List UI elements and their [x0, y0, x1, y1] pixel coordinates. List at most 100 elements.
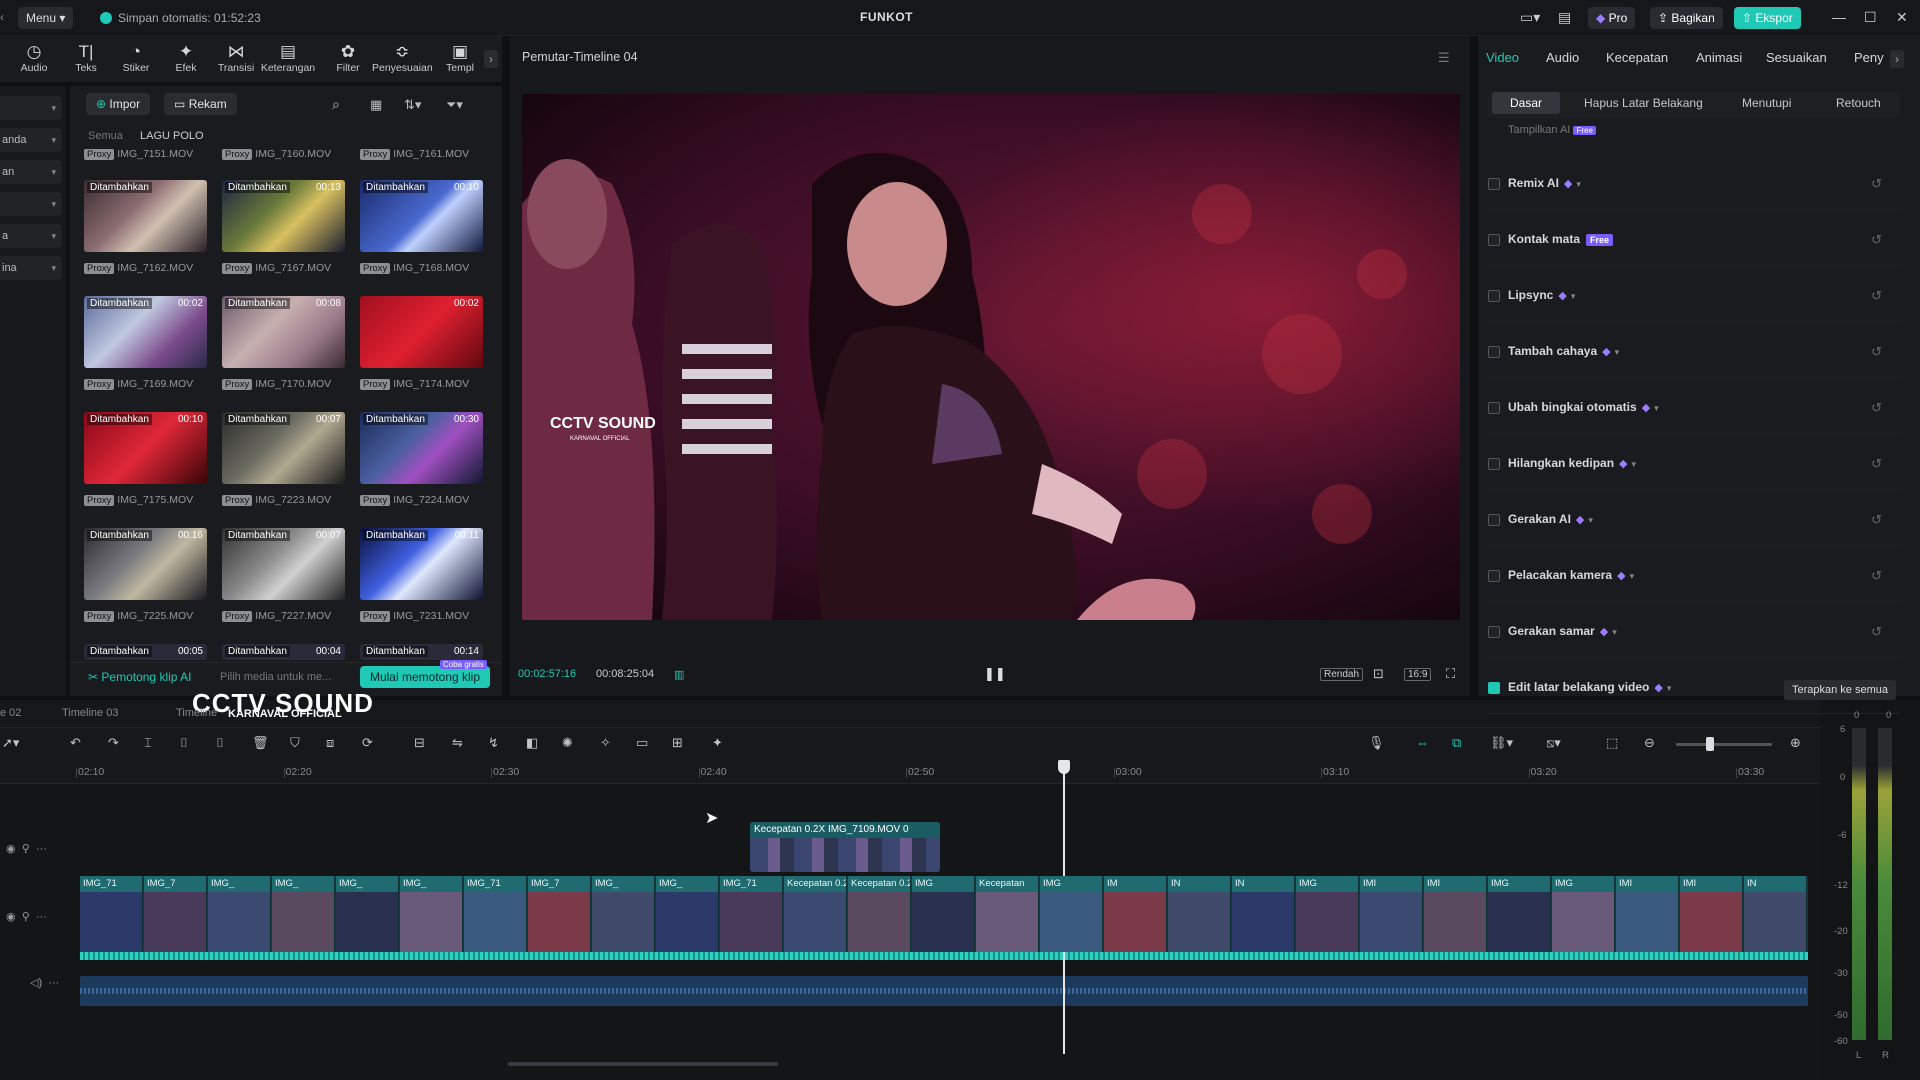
zoom-out-icon[interactable]: ⊖ — [1644, 735, 1655, 751]
media-thumbnail[interactable]: Ditambahkan 00:04 — [222, 644, 345, 660]
snap-icon[interactable]: ⧅▾ — [1546, 735, 1561, 751]
split-icon[interactable]: ⌶ — [144, 735, 152, 751]
waveform-icon[interactable]: ▥ — [674, 668, 684, 681]
subtab-hapus-latar-belakang[interactable]: Hapus Latar Belakang — [1584, 96, 1703, 110]
media-thumbnail[interactable]: Ditambahkan 00:05 — [84, 644, 207, 660]
video-viewer[interactable]: CCTV SOUND KARNAVAL OFFICIAL — [522, 94, 1460, 620]
timeline-clip[interactable]: IMG_71 — [720, 876, 783, 952]
prop-checkbox[interactable] — [1488, 458, 1500, 470]
reset-icon[interactable]: ↺ — [1871, 512, 1882, 528]
close-icon[interactable]: ✕ — [1896, 9, 1908, 26]
timeline-clip[interactable]: IMI — [1424, 876, 1487, 952]
timeline-clip[interactable]: IMG — [1040, 876, 1103, 952]
sidebar-category[interactable]: an ▾ — [0, 160, 62, 184]
zoom-slider-handle[interactable] — [1706, 737, 1714, 751]
sidebar-category[interactable]: a ▾ — [0, 224, 62, 248]
media-thumbnail[interactable]: Ditambahkan 00:16 — [84, 528, 207, 600]
timeline-tab[interactable]: Timeline 03 — [62, 707, 118, 719]
media-thumbnail[interactable]: Ditambahkan 00:08 — [222, 296, 345, 368]
media-thumbnail[interactable]: Ditambahkan 00:07 — [222, 528, 345, 600]
tool-templ[interactable]: ▣ Templ — [430, 42, 490, 74]
zoom-slider-track[interactable] — [1676, 743, 1772, 746]
tab-peny[interactable]: Peny — [1854, 50, 1884, 65]
player-menu-icon[interactable]: ☰ — [1438, 50, 1450, 66]
eye-icon[interactable]: ◉ — [6, 911, 16, 923]
prop-checkbox[interactable] — [1488, 290, 1500, 302]
screen-icon[interactable]: ▤ — [1558, 9, 1571, 26]
chevron-down-icon[interactable]: ▾ — [1612, 627, 1617, 637]
media-thumbnail[interactable]: Ditambahkan — [84, 180, 207, 252]
tab-video[interactable]: Video — [1486, 50, 1519, 65]
tool-penyesuaian[interactable]: ≎ Penyesuaian — [372, 42, 433, 74]
chevron-down-icon[interactable]: ▾ — [1667, 683, 1672, 693]
reset-icon[interactable]: ↺ — [1871, 400, 1882, 416]
media-thumbnail[interactable]: Ditambahkan 00:07 — [222, 412, 345, 484]
reset-icon[interactable]: ↺ — [1871, 288, 1882, 304]
subtitle-icon[interactable]: ▭ — [636, 735, 648, 751]
media-thumbnail[interactable]: Ditambahkan 00:02 — [84, 296, 207, 368]
overlay-clip[interactable]: Kecepatan 0.2X IMG_7109.MOV 0 — [750, 822, 940, 872]
track-more-icon[interactable]: ··· — [48, 977, 59, 989]
chevron-down-icon[interactable]: ▾ — [1571, 291, 1576, 301]
timeline-clip[interactable]: IMG_71 — [80, 876, 143, 952]
link-icon[interactable]: ⇔ — [1416, 735, 1429, 750]
record-button[interactable]: ▭ Rekam — [164, 93, 237, 115]
tool-audio[interactable]: ◷ Audio — [4, 42, 64, 74]
timeline-clip[interactable]: IMG_7 — [528, 876, 591, 952]
main-track-controls[interactable]: ◉ ⚲ ··· — [6, 910, 47, 923]
timeline-clip[interactable]: IN — [1744, 876, 1807, 952]
timeline-clip[interactable]: IMG_ — [656, 876, 719, 952]
sidebar-category[interactable]: ▾ — [0, 96, 62, 120]
minimize-icon[interactable]: — — [1832, 9, 1846, 25]
search-icon[interactable]: ⌕ — [332, 96, 340, 113]
timeline-clip[interactable]: IMG_7 — [144, 876, 207, 952]
grid-view-icon[interactable]: ▦ — [370, 97, 382, 113]
speed-icon[interactable]: ↯ — [488, 735, 499, 751]
mute-icon[interactable]: ◁) — [30, 977, 42, 989]
ai-cutter-label[interactable]: ✂ Pemotong klip AI — [88, 670, 191, 684]
chevron-down-icon[interactable]: ▾ — [1576, 179, 1581, 189]
timeline-clip[interactable]: IM — [1104, 876, 1167, 952]
breadcrumb-folder[interactable]: LAGU POLO — [140, 130, 204, 142]
chevron-down-icon[interactable]: ▾ — [1630, 571, 1635, 581]
reset-icon[interactable]: ↺ — [1871, 176, 1882, 192]
timeline-clip[interactable]: IMG_ — [592, 876, 655, 952]
menu-button[interactable]: Menu ▾ — [18, 7, 74, 29]
tab-kecepatan[interactable]: Kecepatan — [1606, 50, 1668, 65]
aspect-ratio-selector[interactable]: 16:9 — [1404, 668, 1432, 681]
import-button[interactable]: ⊕ Impor — [86, 93, 151, 115]
tool-keterangan[interactable]: ▤ Keterangan — [258, 42, 318, 74]
timeline-clip[interactable]: IMG_ — [336, 876, 399, 952]
timeline-clip[interactable]: IMG_71 — [464, 876, 527, 952]
export-button[interactable]: ⇧ Ekspor — [1734, 7, 1801, 29]
sidebar-category[interactable]: ina ▾ — [0, 256, 62, 280]
reset-icon[interactable]: ↺ — [1871, 568, 1882, 584]
tab-sesuaikan[interactable]: Sesuaikan — [1766, 50, 1827, 65]
prop-checkbox[interactable] — [1488, 234, 1500, 246]
prop-checkbox[interactable] — [1488, 346, 1500, 358]
fullscreen-icon[interactable]: ⛶ — [1446, 666, 1455, 682]
timeline-clip[interactable]: IMI — [1616, 876, 1679, 952]
filter-funnel-icon[interactable]: ⏷▾ — [446, 97, 463, 113]
timeline-clip[interactable]: IMG — [1488, 876, 1551, 952]
prop-checkbox[interactable] — [1488, 514, 1500, 526]
rotate-icon[interactable]: ⟳ — [362, 735, 373, 751]
timeline-clip[interactable]: IN — [1232, 876, 1295, 952]
subtab-retouch[interactable]: Retouch — [1836, 96, 1881, 110]
chevron-down-icon[interactable]: ▾ — [1615, 347, 1620, 357]
share-button[interactable]: ⇪ Bagikan — [1650, 7, 1723, 29]
breadcrumb-all[interactable]: Semua — [88, 130, 123, 142]
mirror-icon[interactable]: ◧ — [526, 735, 538, 751]
props-tabs-more-chevron-icon[interactable]: › — [1890, 50, 1904, 68]
overlay-track-controls[interactable]: ◉ ⚲ ··· — [6, 842, 47, 855]
prop-checkbox[interactable] — [1488, 570, 1500, 582]
magnet-icon[interactable]: ⧉ — [1452, 735, 1461, 751]
chevron-down-icon[interactable]: ▾ — [1654, 403, 1659, 413]
pause-icon[interactable]: ❚❚ — [984, 666, 1006, 682]
prop-checkbox[interactable] — [1488, 178, 1500, 190]
chevron-down-icon[interactable]: ▾ — [1588, 515, 1593, 525]
media-thumbnail[interactable]: Ditambahkan 00:11 — [360, 528, 483, 600]
subtab-menutupi[interactable]: Menutupi — [1742, 96, 1791, 110]
playhead-handle[interactable] — [1058, 760, 1070, 774]
timeline-clip[interactable]: IMG_ — [208, 876, 271, 952]
